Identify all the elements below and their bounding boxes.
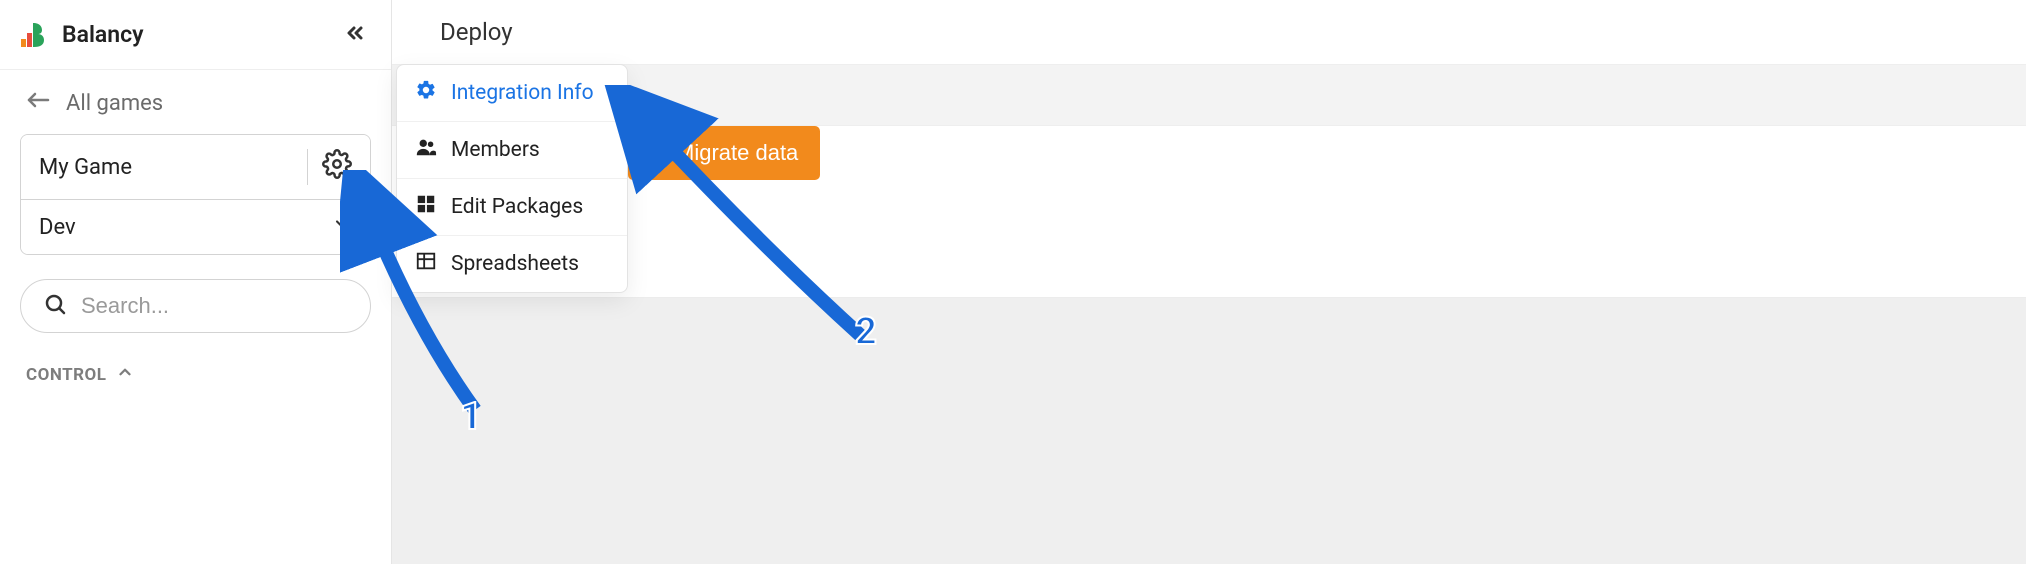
environment-name: Dev xyxy=(39,215,76,240)
collapse-sidebar-button[interactable] xyxy=(339,19,371,51)
main-area: Deploy Migrate data xyxy=(392,0,2026,564)
dropdown-edit-packages[interactable]: Edit Packages xyxy=(397,178,627,235)
dropdown-members[interactable]: Members xyxy=(397,121,627,178)
search-icon xyxy=(43,292,67,320)
dropdown-item-label: Edit Packages xyxy=(451,195,583,219)
section-control[interactable]: CONTROL xyxy=(0,333,391,386)
migrate-icon xyxy=(644,139,666,167)
logo-icon xyxy=(20,21,48,49)
game-selector: My Game Dev xyxy=(20,134,371,255)
members-icon xyxy=(415,136,437,164)
environment-selector[interactable]: Dev xyxy=(21,200,370,254)
game-settings-button[interactable] xyxy=(307,149,352,185)
dropdown-spreadsheets[interactable]: Spreadsheets xyxy=(397,235,627,292)
spreadsheet-icon xyxy=(415,250,437,278)
sidebar: Balancy All games My Game xyxy=(0,0,392,564)
dropdown-item-label: Members xyxy=(451,138,540,162)
gear-icon xyxy=(415,79,437,107)
search-box[interactable] xyxy=(20,279,371,333)
sidebar-header: Balancy xyxy=(0,0,391,70)
migrate-data-button[interactable]: Migrate data xyxy=(628,126,820,180)
section-control-label: CONTROL xyxy=(26,365,106,385)
logo[interactable]: Balancy xyxy=(20,21,144,49)
settings-dropdown: Integration Info Members Edit Packages xyxy=(396,64,628,293)
toolbar-strip xyxy=(392,64,2026,126)
migrate-label: Migrate data xyxy=(676,140,798,166)
chevrons-left-icon xyxy=(343,21,367,49)
grid-icon xyxy=(415,193,437,221)
game-name-row[interactable]: My Game xyxy=(21,135,370,200)
empty-area xyxy=(392,298,2026,564)
dropdown-integration-info[interactable]: Integration Info xyxy=(397,65,627,121)
search-input[interactable] xyxy=(81,293,369,319)
gear-icon xyxy=(322,149,352,185)
back-all-games[interactable]: All games xyxy=(0,70,391,134)
arrow-left-icon xyxy=(26,90,50,116)
chevron-down-icon xyxy=(332,214,352,240)
dropdown-item-label: Spreadsheets xyxy=(451,252,579,276)
page-title-row: Deploy xyxy=(392,0,2026,64)
dropdown-item-label: Integration Info xyxy=(451,81,594,105)
game-name: My Game xyxy=(39,155,297,180)
chevron-up-icon xyxy=(116,363,134,386)
back-label: All games xyxy=(66,91,163,116)
page-title: Deploy xyxy=(440,18,513,46)
app-name: Balancy xyxy=(62,21,144,48)
content-block xyxy=(392,188,2026,298)
